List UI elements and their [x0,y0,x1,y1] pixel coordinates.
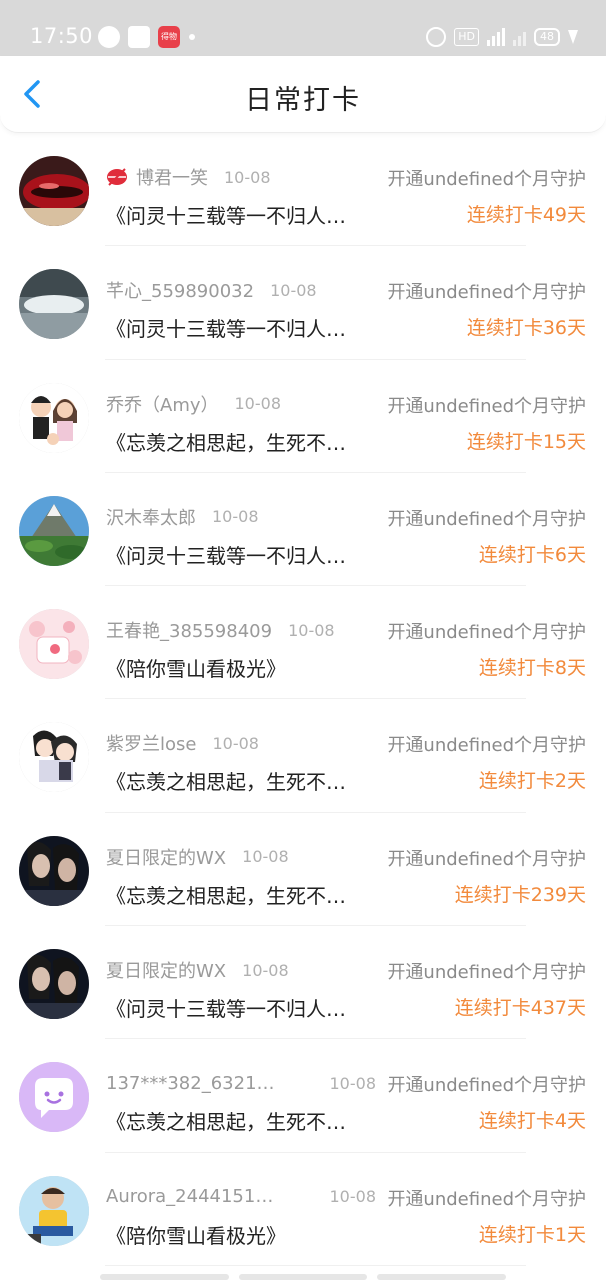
username[interactable]: 博君一笑 [136,164,208,190]
name-line: 芊心_559890032 10-08 [106,277,376,303]
checkin-list: 博君一笑 10-08 开通undefined个月守护 《问灵十三载等一不归人… … [0,133,606,1267]
avatar[interactable] [19,382,89,453]
avatar[interactable] [19,156,89,226]
list-item[interactable]: 芊心_559890032 10-08 开通undefined个月守护 《问灵十三… [0,246,606,360]
name-line: 博君一笑 10-08 [106,165,376,189]
streak-count: 连续打卡437天 [454,997,586,1020]
streak-count: 连续打卡36天 [466,317,586,340]
page-title: 日常打卡 [245,85,361,116]
date: 10-08 [242,847,289,867]
streak-count: 连续打卡4天 [478,1110,586,1133]
avatar[interactable] [19,495,89,566]
name-line: 夏日限定的WX 10-08 [106,957,376,983]
username[interactable]: 沢木奉太郎 [106,504,196,530]
streak-count: 连续打卡1天 [478,1223,586,1246]
date: 10-08 [329,1187,377,1207]
date: 10-08 [242,960,289,980]
guard-text: 开通undefined个月守护 [387,508,586,530]
streak-count: 连续打卡6天 [478,543,586,566]
date: 10-08 [224,167,271,187]
charging-icon [568,30,578,44]
avatar[interactable] [19,1175,89,1246]
avatar[interactable] [19,722,89,793]
username[interactable]: 乔乔（Amy） [106,391,219,417]
status-bar: 17:50 得物 HD 48 [0,0,606,56]
guard-text: 开通undefined个月守护 [387,622,586,644]
guard-text: 开通undefined个月守护 [387,1075,586,1097]
streak-count: 连续打卡2天 [478,770,586,793]
alarm-icon [426,27,447,47]
username[interactable]: 137***382_63215… [106,1073,278,1094]
list-item[interactable]: 沢木奉太郎 10-08 开通undefined个月守护 《问灵十三载等一不归人…… [0,473,606,587]
guard-text: 开通undefined个月守护 [387,848,586,870]
list-item[interactable]: 王春艳_385598409 10-08 开通undefined个月守护 《陪你雪… [0,586,606,700]
date: 10-08 [288,620,335,640]
book-title[interactable]: 《忘羡之相思起，生死不… [106,766,346,795]
name-line: 沢木奉太郎 10-08 [106,505,376,529]
username[interactable]: 夏日限定的WX [106,844,226,870]
date: 10-08 [234,394,282,414]
book-title[interactable]: 《忘羡之相思起，生死不… [106,427,346,456]
streak-count: 连续打卡49天 [466,204,586,226]
avatar[interactable] [19,609,89,680]
date: 10-08 [270,280,317,300]
header: 日常打卡 [0,56,606,133]
date: 10-08 [212,733,259,753]
username[interactable]: 王春艳_385598409 [106,617,272,643]
book-title[interactable]: 《陪你雪山看极光》 [106,1220,286,1249]
signal-icon [487,28,505,46]
guard-text: 开通undefined个月守护 [387,1188,586,1210]
date: 10-08 [329,1073,377,1093]
list-item[interactable]: 乔乔（Amy） 10-08 开通undefined个月守护 《忘羡之相思起，生死… [0,360,606,474]
book-title[interactable]: 《忘羡之相思起，生死不… [106,880,346,909]
status-time: 17:50 [30,24,94,48]
hd-icon: HD [454,28,479,46]
book-title[interactable]: 《忘羡之相思起，生死不… [106,1106,346,1135]
guard-text: 开通undefined个月守护 [387,282,586,304]
guard-text: 开通undefined个月守护 [387,395,586,417]
more-notifications-dot [189,34,195,40]
book-title[interactable]: 《问灵十三载等一不归人… [106,540,346,569]
list-item[interactable]: 夏日限定的WX 10-08 开通undefined个月守护 《忘羡之相思起，生死… [0,813,606,927]
username[interactable]: 芊心_559890032 [106,277,254,303]
book-title[interactable]: 《问灵十三载等一不归人… [106,313,346,342]
name-line: 乔乔（Amy） 10-08 [106,392,376,416]
avatar[interactable] [19,949,89,1020]
list-item[interactable]: 夏日限定的WX 10-08 开通undefined个月守护 《问灵十三载等一不归… [0,926,606,1040]
streak-count: 连续打卡239天 [454,883,586,906]
battery-icon: 48 [534,28,560,46]
name-line: 夏日限定的WX 10-08 [106,845,376,869]
avatar[interactable] [19,835,89,906]
username[interactable]: Aurora_24441512… [106,1186,278,1207]
streak-count: 连续打卡8天 [478,657,586,680]
date: 10-08 [212,507,259,527]
name-line: 紫罗兰lose 10-08 [106,730,376,756]
notification-dewu-icon: 得物 [158,26,180,48]
streak-count: 连续打卡15天 [466,430,586,453]
list-item[interactable]: Aurora_24441512… 10-08 开通undefined个月守护 《… [0,1153,606,1267]
guard-text: 开通undefined个月守护 [387,735,586,757]
book-title[interactable]: 《陪你雪山看极光》 [106,653,286,682]
name-line: 137***382_63215… 10-08 [106,1071,376,1095]
guard-text: 开通undefined个月守护 [387,962,586,984]
list-item[interactable]: 紫罗兰lose 10-08 开通undefined个月守护 《忘羡之相思起，生死… [0,699,606,814]
signal-icon-2 [513,28,526,46]
list-item[interactable]: 137***382_63215… 10-08 开通undefined个月守护 《… [0,1039,606,1153]
username[interactable]: 紫罗兰lose [106,730,196,756]
notification-app-icon [128,26,150,48]
username[interactable]: 夏日限定的WX [106,957,226,983]
status-icons: HD 48 [426,26,578,48]
book-title[interactable]: 《问灵十三载等一不归人… [106,993,346,1022]
book-title[interactable]: 《问灵十三载等一不归人… [106,200,346,229]
avatar[interactable] [19,269,89,340]
name-line: Aurora_24441512… 10-08 [106,1185,376,1209]
guard-text: 开通undefined个月守护 [387,169,586,190]
lips-icon [107,168,127,186]
notification-app-icon [98,26,120,48]
name-line: 王春艳_385598409 10-08 [106,617,376,643]
bottom-edge [100,1274,507,1280]
list-item[interactable]: 博君一笑 10-08 开通undefined个月守护 《问灵十三载等一不归人… … [0,133,606,247]
avatar[interactable] [19,1062,89,1133]
